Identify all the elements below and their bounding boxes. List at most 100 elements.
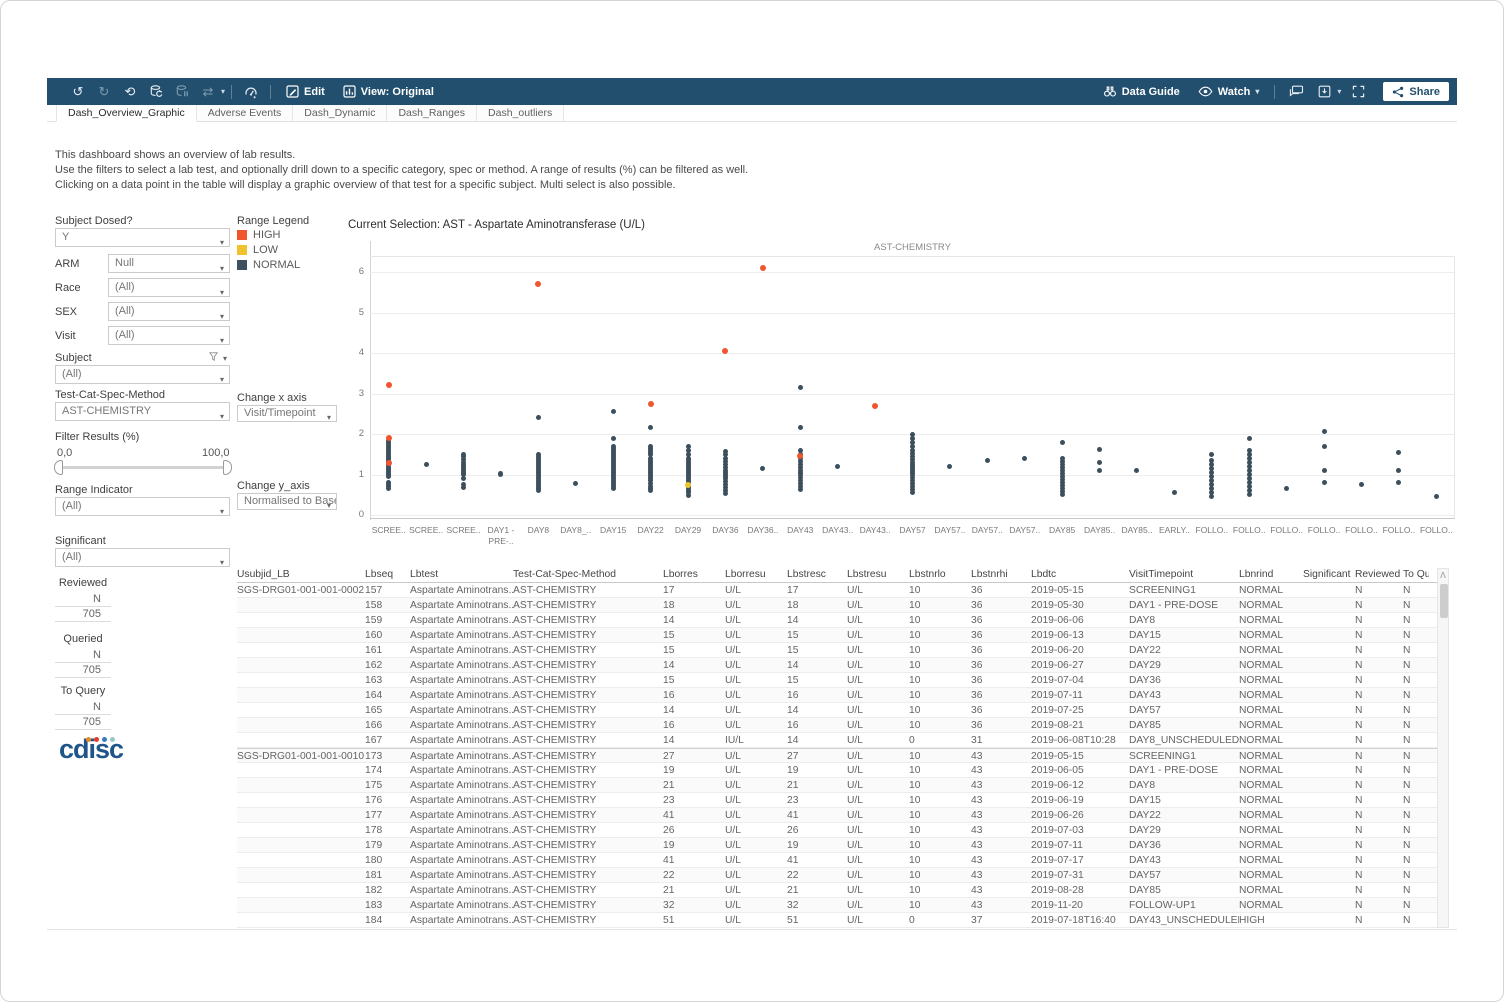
table-row[interactable]: 174Aspartate Aminotrans..AST-CHEMISTRY19… [237,763,1437,778]
data-point[interactable] [947,464,952,469]
subject-dosed-dropdown[interactable]: Y▾ [55,228,230,247]
watch-button[interactable]: Watch ▾ [1189,78,1269,105]
data-point[interactable] [386,435,392,441]
sex-dropdown[interactable]: (All)▾ [108,302,230,321]
data-alerts-icon[interactable] [238,85,264,99]
change-y-axis-dropdown[interactable]: Normalised to Basel...▾ [237,493,337,510]
table-row[interactable]: 181Aspartate Aminotrans..AST-CHEMISTRY22… [237,868,1437,883]
column-header-lborres[interactable]: Lborres [663,567,725,582]
race-dropdown[interactable]: (All)▾ [108,278,230,297]
data-point[interactable] [1322,468,1327,473]
data-point[interactable] [1396,450,1401,455]
data-point[interactable] [1396,468,1401,473]
data-point[interactable] [424,462,429,467]
table-row[interactable]: 164Aspartate Aminotrans..AST-CHEMISTRY16… [237,688,1437,703]
table-scrollbar[interactable]: ᐱ [1437,568,1449,928]
data-point[interactable] [1322,480,1327,485]
data-point[interactable] [386,382,392,388]
stat-value[interactable]: 705 [55,715,111,730]
table-row[interactable]: 162Aspartate Aminotrans..AST-CHEMISTRY14… [237,658,1437,673]
undo-icon[interactable]: ↺ [65,84,91,100]
data-point[interactable] [760,265,766,271]
legend-item-low[interactable]: LOW [237,244,278,256]
data-point[interactable] [1209,458,1214,463]
table-row[interactable]: 176Aspartate Aminotrans..AST-CHEMISTRY23… [237,793,1437,808]
tab-dash-overview-graphic[interactable]: Dash_Overview_Graphic [56,105,197,122]
data-point[interactable] [1359,482,1364,487]
column-header-reviewed[interactable]: Reviewed [1355,567,1403,582]
data-guide-button[interactable]: Data Guide [1094,78,1189,105]
column-header-to-query[interactable]: To Query [1403,567,1429,582]
data-point[interactable] [611,444,616,449]
column-header-lbdtc[interactable]: Lbdtc [1031,567,1129,582]
column-header-lbstnrhi[interactable]: Lbstnrhi [971,567,1031,582]
table-row[interactable]: 179Aspartate Aminotrans..AST-CHEMISTRY19… [237,838,1437,853]
table-row[interactable]: 165Aspartate Aminotrans..AST-CHEMISTRY14… [237,703,1437,718]
table-row[interactable]: 183Aspartate Aminotrans..AST-CHEMISTRY32… [237,898,1437,913]
data-point[interactable] [536,415,541,420]
data-point[interactable] [1396,480,1401,485]
table-row[interactable]: 180Aspartate Aminotrans..AST-CHEMISTRY41… [237,853,1437,868]
tab-dash-outliers[interactable]: Dash_outliers [477,105,564,121]
slider-handle-max[interactable] [223,460,232,475]
funnel-icon[interactable] [209,352,218,364]
table-row[interactable]: 166Aspartate Aminotrans..AST-CHEMISTRY16… [237,718,1437,733]
data-point[interactable] [648,425,653,430]
data-point[interactable] [1134,468,1139,473]
table-row[interactable]: 182Aspartate Aminotrans..AST-CHEMISTRY21… [237,883,1437,898]
tab-adverse-events[interactable]: Adverse Events [197,105,294,121]
download-icon[interactable] [1311,85,1337,98]
arm-dropdown[interactable]: Null▾ [108,254,230,273]
comments-icon[interactable] [1281,85,1311,98]
table-row[interactable]: SGS-DRG01-001-001-0002157Aspartate Amino… [237,583,1437,598]
data-point[interactable] [1097,447,1102,452]
pause-updates-icon[interactable] [169,85,195,98]
change-x-axis-dropdown[interactable]: Visit/Timepoint▾ [237,405,337,422]
visit-dropdown[interactable]: (All)▾ [108,326,230,345]
data-point[interactable] [461,452,466,457]
data-point[interactable] [648,401,654,407]
column-header-significant[interactable]: Significant [1303,567,1355,582]
range-indicator-dropdown[interactable]: (All)▾ [55,497,230,516]
data-point[interactable] [1284,486,1289,491]
data-point[interactable] [1060,440,1065,445]
data-point[interactable] [985,458,990,463]
subject-menu-caret-icon[interactable]: ▾ [223,354,227,363]
column-header-lbstnrlo[interactable]: Lbstnrlo [909,567,971,582]
data-point[interactable] [1209,452,1214,457]
tab-dash-dynamic[interactable]: Dash_Dynamic [293,105,387,121]
data-point[interactable] [685,482,691,488]
data-point[interactable] [760,466,765,471]
table-row[interactable]: 161Aspartate Aminotrans..AST-CHEMISTRY15… [237,643,1437,658]
data-point[interactable] [798,425,803,430]
data-point[interactable] [648,444,653,449]
data-point[interactable] [1322,444,1327,449]
table-row[interactable]: 163Aspartate Aminotrans..AST-CHEMISTRY15… [237,673,1437,688]
data-point[interactable] [686,444,691,449]
column-header-usubjid-lb[interactable]: Usubjid_LB [237,567,365,582]
data-point[interactable] [1097,468,1102,473]
stat-value[interactable]: 705 [55,607,111,622]
data-point[interactable] [1247,448,1252,453]
table-row[interactable]: 160Aspartate Aminotrans..AST-CHEMISTRY15… [237,628,1437,643]
data-point[interactable] [1434,494,1439,499]
scroll-up-icon[interactable]: ᐱ [1438,569,1448,582]
table-row[interactable]: 175Aspartate Aminotrans..AST-CHEMISTRY21… [237,778,1437,793]
column-header-lbseq[interactable]: Lbseq [365,567,410,582]
table-row[interactable]: 184Aspartate Aminotrans..AST-CHEMISTRY51… [237,913,1437,928]
data-point[interactable] [872,403,878,409]
legend-item-high[interactable]: HIGH [237,229,281,241]
column-header-lbstresu[interactable]: Lbstresu [847,567,909,582]
refresh-data-icon[interactable] [143,85,169,98]
table-row[interactable]: SGS-DRG01-001-001-0010173Aspartate Amino… [237,748,1437,763]
swap-icon[interactable]: ⇄ [195,84,221,100]
scrollbar-thumb[interactable] [1440,584,1448,618]
data-point[interactable] [1022,456,1027,461]
table-row[interactable]: 167Aspartate Aminotrans..AST-CHEMISTRY14… [237,733,1437,748]
fullscreen-icon[interactable] [1341,85,1375,98]
tab-dash-ranges[interactable]: Dash_Ranges [387,105,477,121]
table-row[interactable]: 177Aspartate Aminotrans..AST-CHEMISTRY41… [237,808,1437,823]
column-header-visittimepoint[interactable]: VisitTimepoint [1129,567,1239,582]
edit-button[interactable]: Edit [277,78,334,105]
column-header-test-cat-spec-method[interactable]: Test-Cat-Spec-Method [513,567,663,582]
